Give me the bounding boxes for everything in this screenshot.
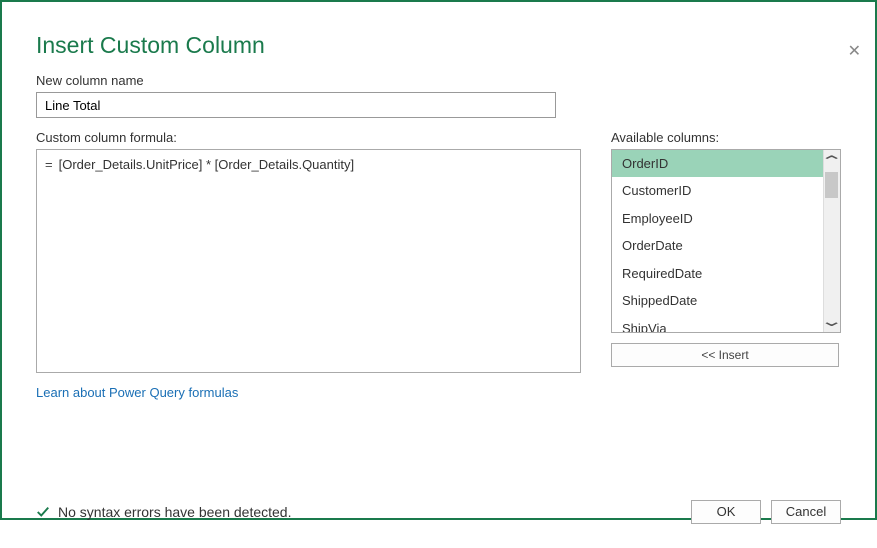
- column-name-label: New column name: [36, 73, 841, 88]
- dialog-title: Insert Custom Column: [36, 32, 841, 59]
- insert-column-button[interactable]: << Insert: [611, 343, 839, 367]
- insert-custom-column-dialog: ✕ Insert Custom Column New column name C…: [2, 32, 875, 548]
- learn-link[interactable]: Learn about Power Query formulas: [36, 385, 238, 400]
- formula-label: Custom column formula:: [36, 130, 581, 145]
- scrollbar[interactable]: ⌃ ⌄: [823, 150, 840, 332]
- status-text: No syntax errors have been detected.: [58, 504, 291, 520]
- available-columns-list: OrderIDCustomerIDEmployeeIDOrderDateRequ…: [611, 149, 841, 333]
- list-item[interactable]: OrderDate: [612, 232, 840, 259]
- ok-button[interactable]: OK: [691, 500, 761, 524]
- list-item[interactable]: CustomerID: [612, 177, 840, 204]
- formula-textarea[interactable]: = [Order_Details.UnitPrice] * [Order_Det…: [36, 149, 581, 373]
- list-item[interactable]: ShippedDate: [612, 287, 840, 314]
- cancel-button[interactable]: Cancel: [771, 500, 841, 524]
- formula-content: [Order_Details.UnitPrice] * [Order_Detai…: [59, 156, 355, 366]
- column-name-input[interactable]: [36, 92, 556, 118]
- available-columns-label: Available columns:: [611, 130, 841, 145]
- formula-prefix: =: [45, 156, 53, 366]
- status-bar: No syntax errors have been detected.: [36, 504, 291, 520]
- check-icon: [36, 505, 50, 519]
- scroll-down-icon[interactable]: ⌄: [820, 312, 841, 330]
- list-item[interactable]: ShipVia: [612, 315, 840, 332]
- close-icon[interactable]: ✕: [848, 44, 861, 60]
- scroll-thumb[interactable]: [825, 172, 838, 198]
- list-item[interactable]: OrderID: [612, 150, 840, 177]
- list-item[interactable]: RequiredDate: [612, 260, 840, 287]
- list-item[interactable]: EmployeeID: [612, 205, 840, 232]
- scroll-up-icon[interactable]: ⌃: [820, 152, 841, 170]
